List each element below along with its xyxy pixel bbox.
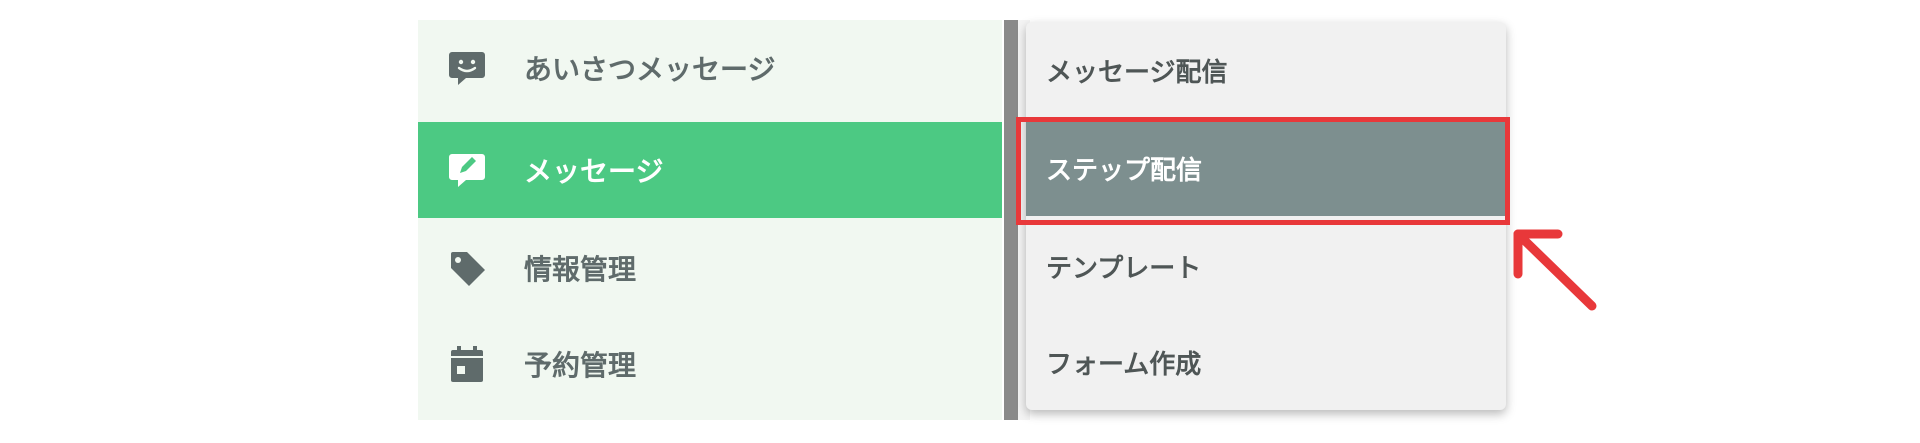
chat-smile-icon	[444, 45, 490, 91]
sidebar-item-reservation-management[interactable]: 予約管理	[418, 316, 1002, 412]
submenu-item-label: テンプレート	[1046, 253, 1202, 284]
sidebar-item-message[interactable]: メッセージ	[418, 122, 1002, 218]
screenshot-stage: あいさつメッセージ メッセージ 情報管理 予約管理 メッセージ配信 ステップ配信…	[0, 0, 1920, 443]
sidebar-divider	[1004, 20, 1018, 420]
sidebar-item-greeting-message[interactable]: あいさつメッセージ	[418, 20, 1002, 116]
pointer-arrow-icon	[1513, 229, 1597, 311]
sidebar-item-label: あいさつメッセージ	[524, 53, 776, 86]
submenu-item-label: メッセージ配信	[1046, 57, 1228, 88]
submenu-item-template[interactable]: テンプレート	[1026, 218, 1506, 314]
calendar-icon	[444, 341, 490, 387]
sidebar-item-label: 予約管理	[524, 349, 637, 382]
tag-icon	[444, 245, 490, 291]
submenu-item-form-creation[interactable]: フォーム作成	[1026, 314, 1506, 410]
submenu-item-step-delivery[interactable]: ステップ配信	[1026, 120, 1506, 216]
sidebar-item-label: メッセージ	[524, 155, 664, 188]
submenu-popup: メッセージ配信 ステップ配信 テンプレート フォーム作成	[1026, 22, 1506, 410]
chat-edit-icon	[444, 147, 490, 193]
submenu-item-label: ステップ配信	[1046, 155, 1203, 186]
submenu-item-label: フォーム作成	[1046, 349, 1202, 380]
sidebar-item-label: 情報管理	[524, 253, 637, 286]
submenu-item-message-delivery[interactable]: メッセージ配信	[1026, 22, 1506, 118]
sidebar: あいさつメッセージ メッセージ 情報管理 予約管理	[418, 20, 1002, 420]
sidebar-item-info-management[interactable]: 情報管理	[418, 220, 1002, 316]
